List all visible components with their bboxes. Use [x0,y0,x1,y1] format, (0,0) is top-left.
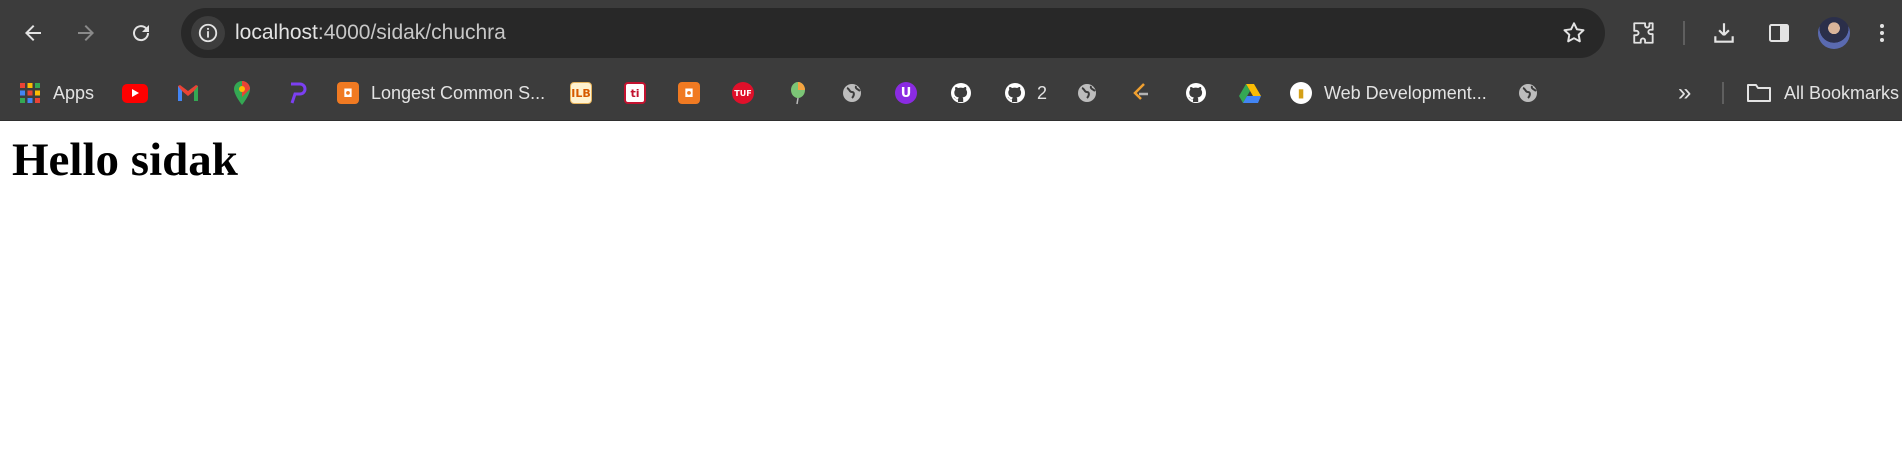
bookmarks-bar: Apps ◘ Longest Common S... ILB ti ◘ TUF … [0,66,1902,121]
extensions-button[interactable] [1628,17,1660,49]
bookmark-u[interactable]: U [895,76,917,110]
bookmark-globe-2[interactable] [1076,76,1098,110]
bookmark-globe-1[interactable] [841,76,863,110]
download-icon [1714,23,1734,43]
toolbar-divider [1683,21,1685,45]
bookmark-github-2[interactable]: 2 [1003,76,1047,110]
back-button[interactable] [13,13,53,53]
ti-icon: ti [624,82,646,104]
github-icon-2 [1005,83,1025,103]
reload-button[interactable] [121,13,161,53]
bookmark-web-development[interactable]: ▮ Web Development... [1290,76,1487,110]
u-icon: U [895,82,917,104]
bookmark-maps[interactable] [231,76,253,110]
globe-icon-2 [1078,84,1096,102]
bookmark-apps-label: Apps [53,82,95,103]
drive-icon [1239,84,1261,103]
puzzle-icon [1633,22,1654,44]
codingninjas-icon: ◘ [337,82,359,104]
bookmark-youtube[interactable] [122,76,148,110]
all-bookmarks-button[interactable]: All Bookmarks [1746,76,1899,110]
all-bookmarks-label: All Bookmarks [1784,82,1900,103]
bookmark-label: Web Development... [1324,82,1487,103]
bookmark-drive[interactable] [1238,76,1262,110]
menu-button[interactable] [1870,17,1894,49]
bookmark-apps[interactable]: Apps [19,76,94,110]
reload-icon [133,25,150,42]
bookmark-ti[interactable]: ti [624,76,646,110]
bookmark-power[interactable] [285,76,307,110]
bookmark-label: Longest Common S... [371,82,546,103]
apps-grid-icon [20,83,40,103]
globe-icon-3 [1519,84,1537,102]
page-heading: Hello sidak [12,134,238,186]
chevron-double-right-icon: » [1678,79,1692,106]
downloads-button[interactable] [1708,17,1740,49]
maps-pin-icon [234,81,250,105]
bookmark-ilb[interactable]: ILB [570,76,592,110]
bookmark-longest-common[interactable]: ◘ Longest Common S... [337,76,545,110]
bookmark-label: 2 [1037,82,1048,103]
side-panel-button[interactable] [1763,17,1795,49]
forward-button[interactable] [66,13,106,53]
bookmark-leetcode[interactable] [1130,76,1152,110]
bookmark-codingninjas[interactable]: ◘ [678,76,700,110]
more-vertical-icon [1880,24,1884,42]
address-bar[interactable]: localhost:4000/sidak/chuchra [181,8,1605,58]
globe-icon [843,84,861,102]
bookmark-tuf[interactable]: TUF [732,76,754,110]
bookmark-globe-3[interactable] [1517,76,1539,110]
bookmarks-overflow-button[interactable]: » [1678,76,1691,110]
youtube-icon [122,83,148,103]
url-path: :4000/sidak/chuchra [317,21,506,44]
codingninjas-icon-2: ◘ [678,82,700,104]
github-icon-3 [1186,83,1206,103]
leetcode-icon [1133,83,1148,100]
url-text[interactable]: localhost:4000/sidak/chuchra [235,8,506,58]
arrow-right-icon [78,25,94,41]
folder-icon [1747,84,1771,102]
gmail-icon [178,85,198,101]
browser-toolbar: localhost:4000/sidak/chuchra [0,0,1902,66]
site-info-button[interactable] [191,16,225,50]
bookmark-balloon[interactable] [787,76,809,110]
side-panel-icon [1769,24,1789,42]
power-bolt-icon [290,82,307,104]
github-icon [951,83,971,103]
tuf-icon: TUF [732,82,754,104]
info-icon [198,23,218,43]
arrow-left-icon [25,25,41,41]
page-content: Hello sidak [0,121,1902,467]
bookmark-github-3[interactable] [1184,76,1208,110]
webdev-icon: ▮ [1290,82,1312,104]
bookmark-gmail[interactable] [176,76,200,110]
bookmark-star-icon[interactable] [1561,20,1587,46]
profile-avatar[interactable] [1818,17,1850,49]
bookmark-github-1[interactable] [949,76,973,110]
balloon-icon [791,82,805,105]
bookmarks-divider [1722,82,1724,104]
ilb-icon: ILB [570,82,592,104]
url-host: localhost [235,21,318,44]
